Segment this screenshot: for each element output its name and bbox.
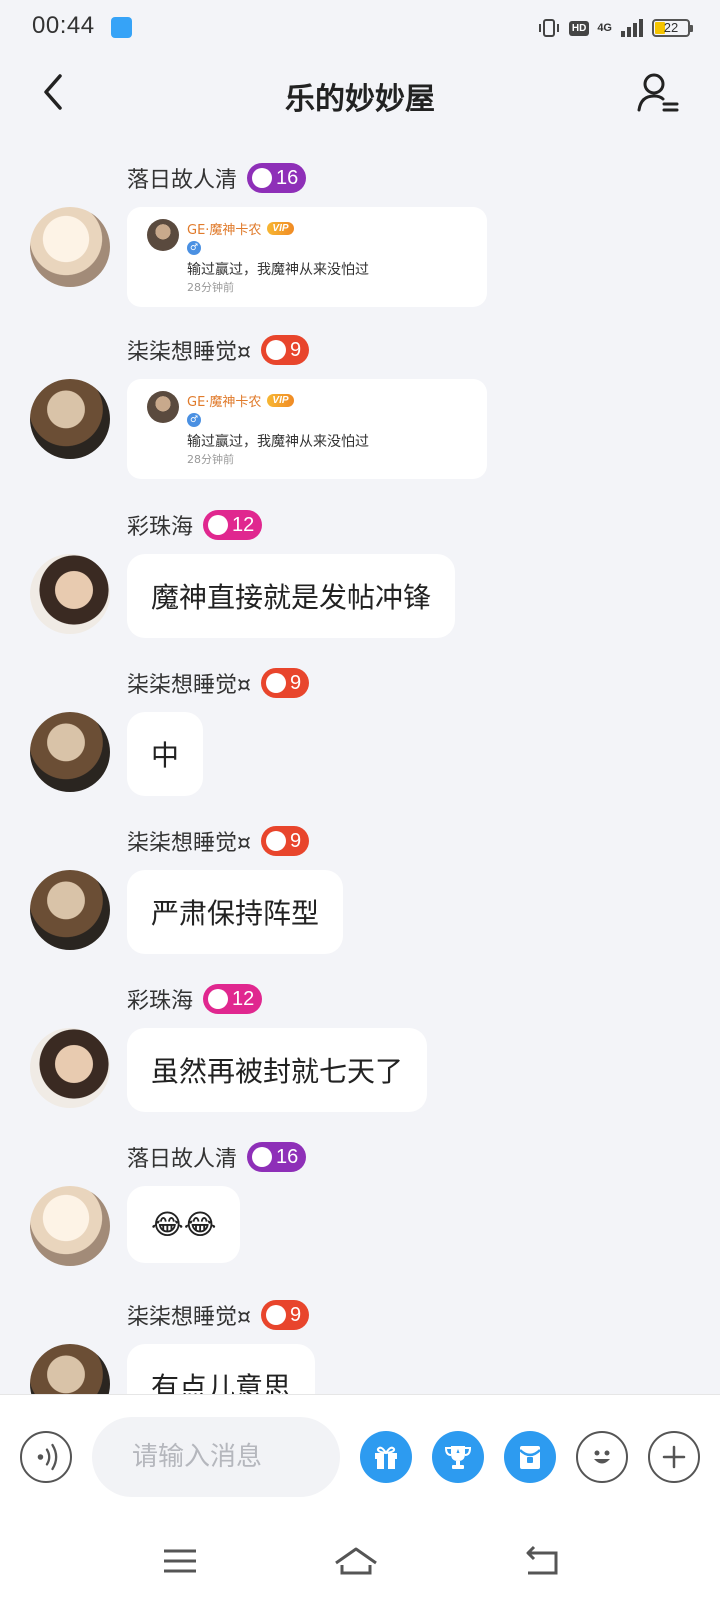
chat-message: 彩珠海 12 魔神直接就是发帖冲锋: [0, 479, 720, 639]
avatar[interactable]: [30, 379, 110, 459]
voice-icon[interactable]: [20, 1431, 72, 1483]
page-title: 乐的妙妙屋: [285, 82, 435, 117]
app-notification-icon: [111, 17, 132, 38]
vip-badge: VIP: [267, 222, 294, 235]
plus-icon: [662, 1445, 686, 1469]
chat-message: 柒柒想睡觉¤ 9 有点儿意思: [0, 1269, 720, 1394]
sender-name[interactable]: 柒柒想睡觉¤: [127, 334, 251, 366]
system-nav-bar: [0, 1521, 720, 1600]
post-author-name: GE·魔神卡农: [187, 223, 262, 238]
status-time: 00:44: [32, 12, 95, 39]
red-packet-button[interactable]: [504, 1431, 556, 1483]
level-badge: 12: [203, 984, 263, 1014]
diamond-icon: [208, 515, 229, 535]
level-number: 9: [290, 338, 302, 361]
message-bubble[interactable]: 严肃保持阵型: [127, 870, 344, 954]
chat-message: 柒柒想睡觉¤ 9 GE·魔神卡农 VIP ♂ 输过赢过，我魔神从来没怕过 28分…: [0, 304, 720, 484]
sender-name[interactable]: 落日故人清: [127, 1141, 237, 1173]
emoji-icon: [594, 1450, 610, 1464]
members-icon[interactable]: [636, 70, 680, 114]
avatar[interactable]: [30, 1186, 110, 1266]
post-author-name: GE·魔神卡农: [187, 395, 262, 410]
level-badge: 9: [261, 335, 310, 365]
level-badge: 9: [261, 826, 310, 856]
shared-post-card[interactable]: GE·魔神卡农 VIP ♂ 输过赢过，我魔神从来没怕过 28分钟前: [127, 379, 487, 479]
diamond-icon: [266, 831, 286, 851]
more-button[interactable]: [648, 1431, 700, 1483]
diamond-icon: [208, 989, 229, 1009]
avatar[interactable]: [30, 1344, 110, 1394]
chat-message: 柒柒想睡觉¤ 9 严肃保持阵型: [0, 795, 720, 955]
shared-post-card[interactable]: GE·魔神卡农 VIP ♂ 输过赢过，我魔神从来没怕过 28分钟前: [127, 207, 487, 307]
status-bar: 00:44 HD 4G 22: [0, 0, 720, 56]
chat-message: 柒柒想睡觉¤ 9 中: [0, 637, 720, 797]
level-number: 9: [290, 1303, 302, 1326]
home-icon[interactable]: [334, 1539, 378, 1583]
signal-icon: [621, 19, 643, 37]
level-number: 9: [290, 671, 302, 694]
level-badge: 16: [247, 163, 307, 193]
diamond-icon: [266, 1305, 286, 1325]
gender-icon: ♂: [187, 241, 201, 255]
sender-name[interactable]: 柒柒想睡觉¤: [127, 667, 251, 699]
sender-name[interactable]: 落日故人清: [127, 162, 237, 194]
post-author-avatar: [147, 391, 179, 423]
emoji-button[interactable]: [576, 1431, 628, 1483]
avatar[interactable]: [30, 1028, 110, 1108]
post-time: 28分钟前: [187, 453, 234, 466]
return-icon[interactable]: [520, 1539, 564, 1583]
chat-message: 落日故人清 16 GE·魔神卡农 VIP ♂ 输过赢过，我魔神从来没怕过 28分…: [0, 132, 720, 312]
post-author-avatar: [147, 219, 179, 251]
gift-icon: [375, 1446, 397, 1469]
hd-badge: HD: [568, 20, 590, 36]
chat-message: 落日故人清 16 😂😂: [0, 1111, 720, 1271]
menu-icon[interactable]: [158, 1539, 202, 1583]
avatar[interactable]: [30, 207, 110, 287]
diamond-icon: [252, 168, 273, 188]
post-time: 28分钟前: [187, 281, 234, 294]
status-indicators: HD 4G 22: [537, 15, 693, 41]
post-text: 输过赢过，我魔神从来没怕过: [187, 262, 369, 278]
network-label: 4G: [597, 22, 612, 34]
level-number: 12: [232, 513, 255, 536]
chat-header: 乐的妙妙屋: [0, 56, 720, 132]
level-number: 12: [232, 987, 255, 1010]
battery-icon: 22: [652, 19, 693, 37]
level-number: 16: [276, 1145, 299, 1168]
input-panel: [0, 1394, 720, 1600]
avatar[interactable]: [30, 870, 110, 950]
gender-icon: ♂: [187, 413, 201, 427]
trophy-icon: [444, 1446, 472, 1469]
diamond-icon: [266, 340, 286, 360]
level-badge: 9: [261, 668, 310, 698]
trophy-button[interactable]: [432, 1431, 484, 1483]
message-input[interactable]: [92, 1417, 340, 1497]
level-badge: 9: [261, 1300, 310, 1330]
red-packet-icon: [519, 1446, 541, 1469]
level-badge: 16: [247, 1142, 307, 1172]
message-bubble[interactable]: 😂😂: [127, 1186, 241, 1263]
diamond-icon: [266, 673, 286, 693]
battery-level: 22: [663, 20, 679, 35]
chat-message: 彩珠海 12 虽然再被封就七天了: [0, 953, 720, 1113]
post-text: 输过赢过，我魔神从来没怕过: [187, 434, 369, 450]
message-bubble[interactable]: 中: [127, 712, 204, 796]
chat-message-list[interactable]: 落日故人清 16 GE·魔神卡农 VIP ♂ 输过赢过，我魔神从来没怕过 28分…: [0, 132, 720, 1394]
gift-button[interactable]: [360, 1431, 412, 1483]
message-bubble[interactable]: 有点儿意思: [127, 1344, 316, 1394]
message-bubble[interactable]: 虽然再被封就七天了: [127, 1028, 428, 1112]
vip-badge: VIP: [267, 394, 294, 407]
message-bubble[interactable]: 魔神直接就是发帖冲锋: [127, 554, 456, 638]
sender-name[interactable]: 柒柒想睡觉¤: [127, 825, 251, 857]
sender-name[interactable]: 彩珠海: [127, 509, 193, 541]
sender-name[interactable]: 柒柒想睡觉¤: [127, 1299, 251, 1331]
level-number: 16: [276, 166, 299, 189]
sender-name[interactable]: 彩珠海: [127, 983, 193, 1015]
diamond-icon: [252, 1147, 273, 1167]
vibrate-icon: [538, 19, 559, 37]
level-badge: 12: [203, 510, 263, 540]
avatar[interactable]: [30, 554, 110, 634]
level-number: 9: [290, 829, 302, 852]
avatar[interactable]: [30, 712, 110, 792]
